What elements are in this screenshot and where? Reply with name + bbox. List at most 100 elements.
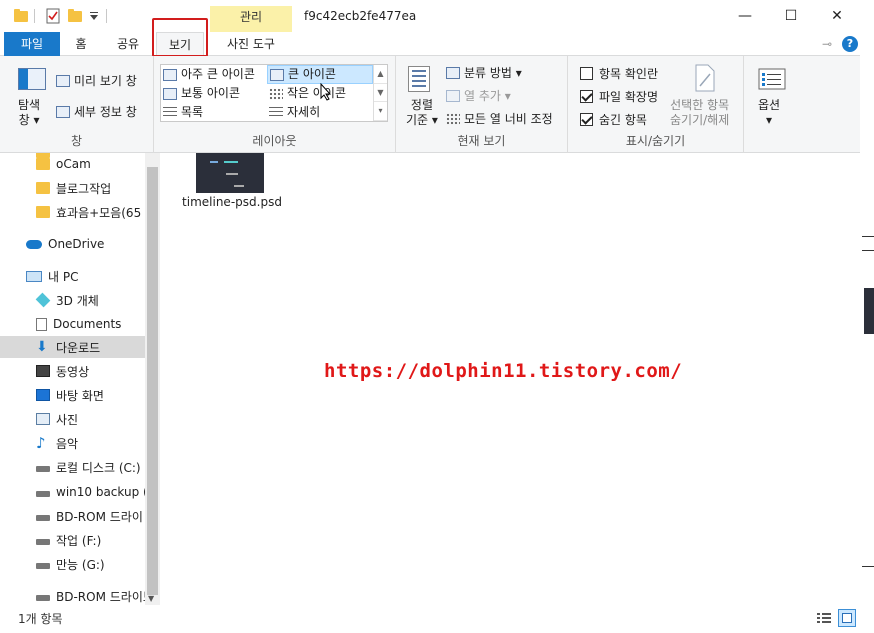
nav-item-label: 내 PC [48,269,79,284]
help-icon[interactable]: ? [842,36,858,52]
pin-ribbon-icon[interactable]: ⊸ [822,37,832,51]
nav-item[interactable]: win10 backup (I [0,481,145,503]
add-column-button[interactable]: 열 추가 ▾ [446,87,511,104]
navigation-pane-button[interactable]: 탐색 창 ▾ [18,98,40,128]
nav-item[interactable]: 만능 (G:) [0,553,145,575]
file-extension-toggle[interactable]: 파일 확장명 [580,88,658,105]
medium-icons-icon [163,87,177,100]
sort-by-icon [408,66,430,92]
hide-selected-button[interactable]: 선택한 항목 숨기기/해제 [670,98,729,128]
group-show-hide: 항목 확인란 파일 확장명 숨긴 항목 선택한 항목 숨기기/해제 표시/숨기기 [568,56,744,153]
context-tab-manage[interactable]: 관리 [210,6,292,32]
sort-by-label-1: 정렬 [410,98,434,112]
title-bar: 관리 f9c42ecb2fe477ea — ☐ ✕ [0,0,860,32]
nav-item[interactable]: 작업 (F:) [0,529,145,551]
sort-by-button[interactable]: 정렬 기준 ▾ [406,98,438,128]
document-icon [36,317,47,331]
file-thumbnail[interactable] [196,153,264,193]
properties-icon[interactable] [46,8,60,24]
nav-item[interactable]: Documents [0,313,145,335]
nav-item[interactable]: ♪ 음악 [0,432,145,454]
hidden-items-box[interactable] [580,113,593,126]
status-bar: 1개 항목 [0,605,860,633]
layout-large-label: 큰 아이콘 [288,67,336,81]
navigation-pane-icon [18,68,46,90]
folder-icon [36,153,50,158]
nav-item[interactable]: 3D 개체 [0,289,145,311]
layout-large-icons[interactable]: 큰 아이콘 [267,65,373,84]
nav-item[interactable]: 효과음+모음(65 [0,201,145,223]
item-checkbox-toggle[interactable]: 항목 확인란 [580,65,658,82]
item-checkbox-box[interactable] [580,67,593,80]
nav-item-label: 블로그작업 [56,181,112,196]
group-current-view: 정렬 기준 ▾ 분류 방법 ▾ 열 추가 ▾ 모든 열 너비 조정 현재 보기 [396,56,568,153]
tab-home[interactable]: 홈 [66,32,96,56]
layout-list[interactable]: 목록 [161,103,267,122]
layout-gallery-scroll[interactable]: ▲ ▼ ▾ [373,65,387,121]
layout-medium-icons[interactable]: 보통 아이콘 [161,84,267,103]
file-extension-box[interactable] [580,90,593,103]
options-button[interactable]: 옵션 ▾ [758,98,780,128]
nav-item[interactable]: 동영상 [0,360,145,382]
nav-item[interactable]: BD-ROM 드라이브 [0,585,145,605]
nav-item[interactable]: 사진 [0,408,145,430]
nav-item-label: Documents [53,317,122,331]
nav-item[interactable]: 바탕 화면 [0,384,145,406]
gallery-expand-icon[interactable]: ▾ [374,102,387,121]
gallery-scroll-down-icon[interactable]: ▼ [374,84,387,103]
group-label-pane: 창 [70,134,83,148]
nav-item-label: BD-ROM 드라이브 [56,589,145,604]
drive-icon [36,539,50,545]
nav-item-label: OneDrive [48,237,105,251]
tab-file[interactable]: 파일 [4,32,60,56]
hidden-items-toggle[interactable]: 숨긴 항목 [580,111,647,128]
add-column-label: 열 추가 [464,89,501,103]
tab-picture-tools[interactable]: 사진 도구 [212,32,290,56]
details-pane-button[interactable]: 세부 정보 창 [56,103,137,120]
nav-item[interactable]: BD-ROM 드라이 [0,505,145,527]
group-pane: 탐색 창 ▾ 미리 보기 창 세부 정보 창 창 [0,56,154,153]
layout-details[interactable]: 자세히 [267,103,373,122]
layout-extra-large-icons[interactable]: 아주 큰 아이콘 [161,65,267,84]
scroll-down-icon[interactable]: ▼ [148,594,154,603]
large-icons-icon [270,68,284,81]
nav-item-label: 바탕 화면 [56,388,104,403]
gallery-scroll-up-icon[interactable]: ▲ [374,65,387,84]
nav-item[interactable]: OneDrive [0,233,145,255]
options-dropdown-icon: ▾ [766,113,773,127]
maximize-button[interactable]: ☐ [768,0,814,32]
bdrom-icon [36,595,50,601]
fit-columns-button[interactable]: 모든 열 너비 조정 [446,110,553,127]
customize-quick-access-icon[interactable] [89,8,99,24]
folder-icon [36,182,50,194]
tab-share[interactable]: 공유 [106,32,150,56]
close-button[interactable]: ✕ [814,0,860,32]
drive-icon [36,466,50,472]
navigation-pane-label-1: 탐색 [18,98,41,112]
ribbon-tabs: 파일 홈 공유 보기 사진 도구 ⊸ ? [0,32,860,56]
navigation-scrollbar[interactable]: ▼ [145,153,160,605]
details-pane-icon [56,105,70,118]
large-icons-view-icon[interactable] [838,609,856,627]
navigation-scroll-thumb[interactable] [147,167,158,595]
layout-list-label: 목록 [181,105,204,119]
add-column-icon [446,89,460,102]
file-name[interactable]: timeline-psd.psd [180,195,284,209]
group-label-show-hide: 표시/숨기기 [625,134,686,148]
minimize-button[interactable]: — [722,0,768,32]
nav-item-partial[interactable] [0,153,145,163]
nav-item[interactable]: ⬇ 다운로드 [0,336,145,358]
group-by-button[interactable]: 분류 방법 ▾ [446,64,522,81]
nav-item[interactable]: 로컬 디스크 (C:) [0,456,145,478]
nav-item[interactable]: 블로그작업 [0,177,145,199]
drive-icon [36,491,50,497]
nav-item[interactable]: 내 PC [0,265,145,287]
preview-pane-button[interactable]: 미리 보기 창 [56,72,137,89]
new-folder-icon[interactable] [68,8,82,24]
sort-by-label-2: 기준 ▾ [406,113,438,127]
window-title: f9c42ecb2fe477ea [304,9,417,23]
fit-columns-label: 모든 열 너비 조정 [464,112,553,126]
details-view-icon[interactable] [815,609,833,627]
extra-large-icons-icon [163,68,177,81]
drive-icon [36,563,50,569]
